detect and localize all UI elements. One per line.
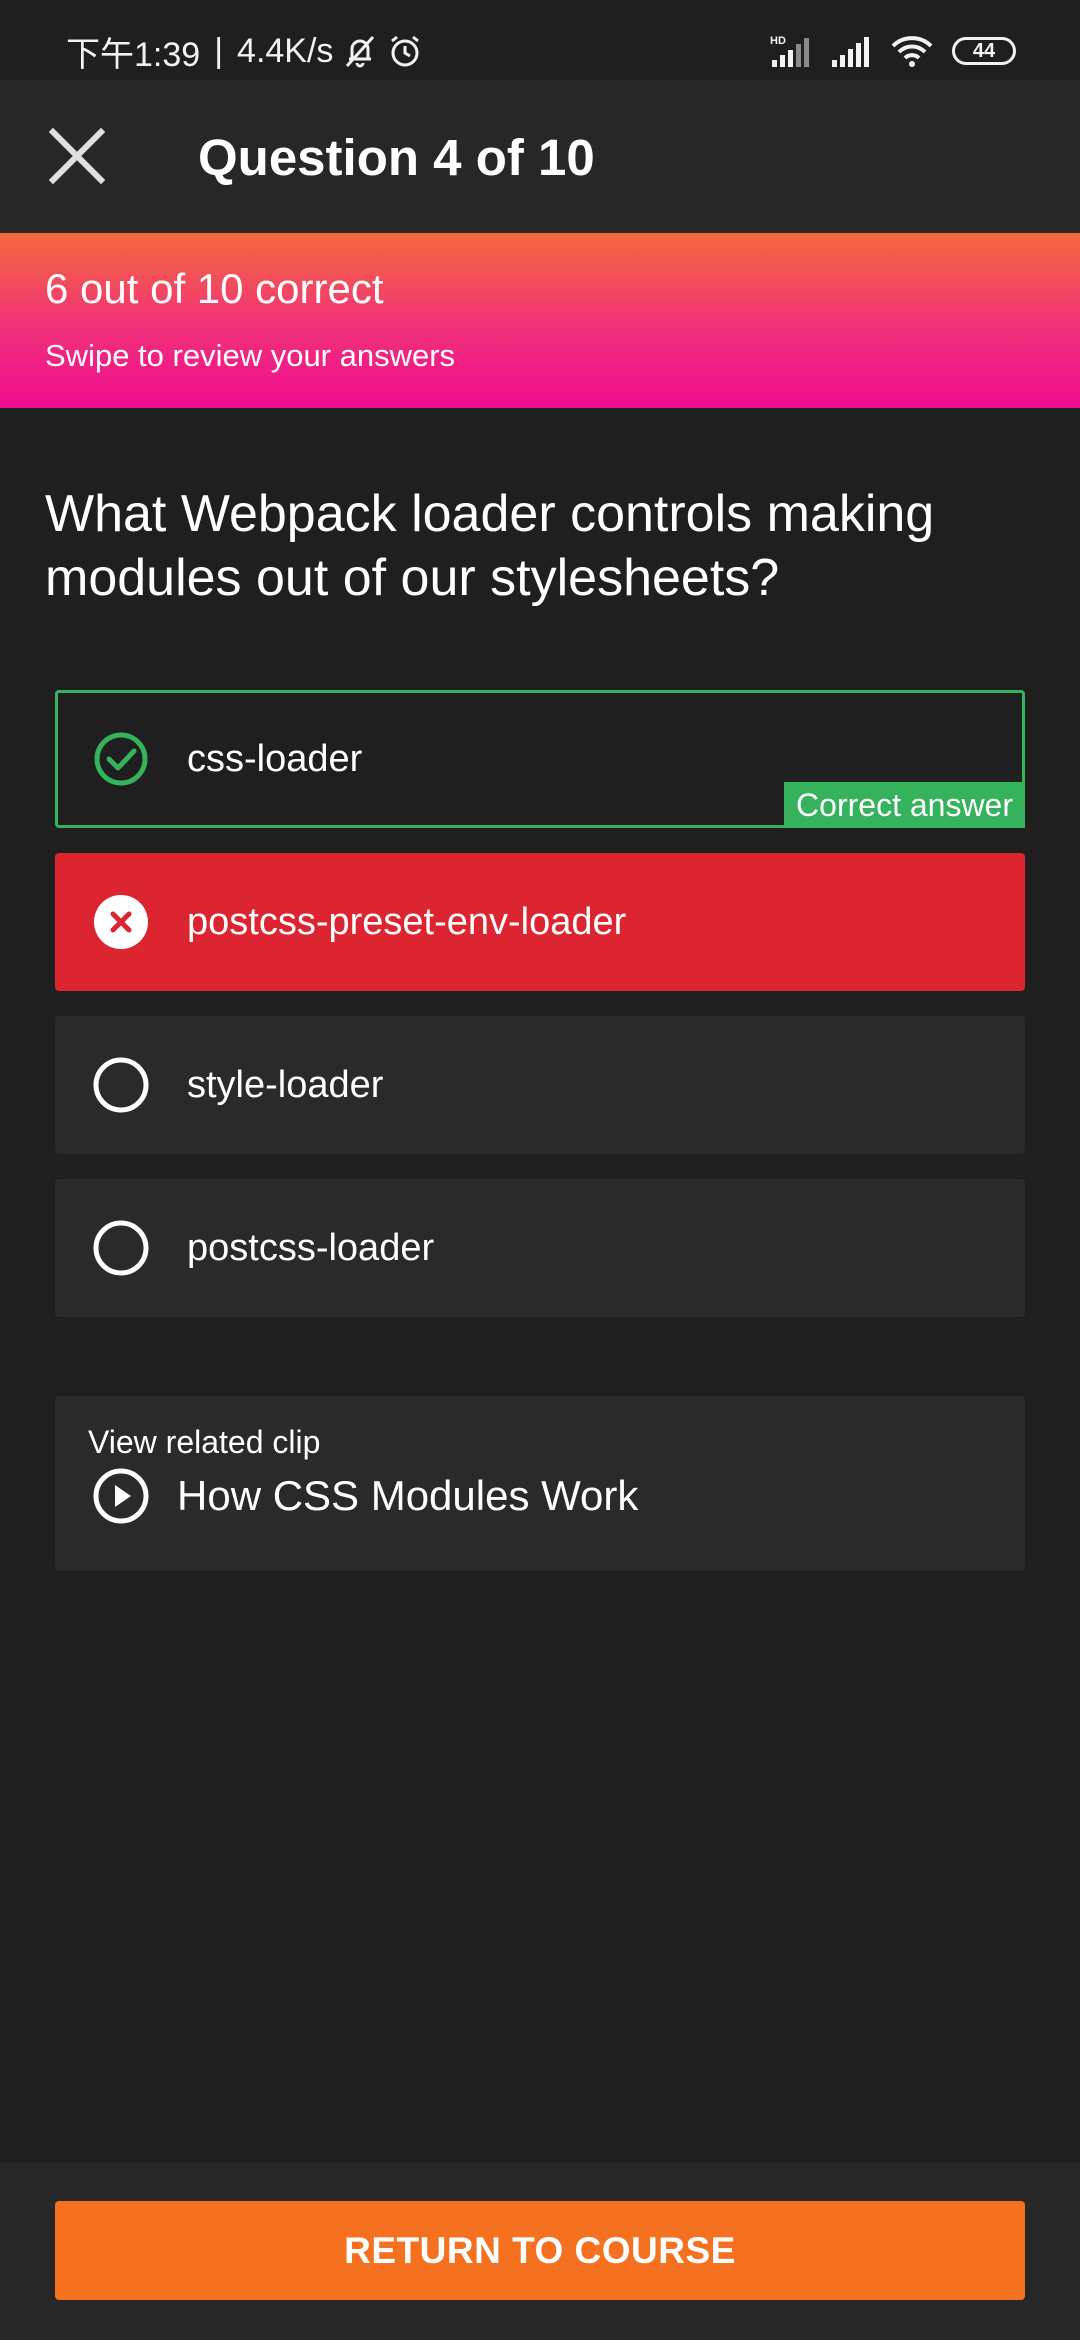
status-bar: 下午1:39 | 4.4K/s HD 44	[0, 0, 1080, 80]
answer-option-correct[interactable]: css-loader Correct answer	[55, 690, 1025, 828]
answer-label: style-loader	[187, 1063, 384, 1106]
answer-option[interactable]: postcss-loader	[55, 1179, 1025, 1317]
return-to-course-button[interactable]: RETURN TO COURSE	[55, 2201, 1025, 2300]
answer-option-wrong[interactable]: postcss-preset-env-loader	[55, 853, 1025, 991]
bottom-bar: RETURN TO COURSE	[0, 2163, 1080, 2340]
status-time: 下午1:39	[66, 35, 201, 74]
answer-label: css-loader	[187, 737, 363, 780]
close-button[interactable]	[36, 115, 118, 197]
battery-level: 44	[972, 39, 996, 62]
status-right: HD 44	[770, 26, 1016, 76]
page-title: Question 4 of 10	[198, 129, 595, 186]
svg-text:HD: HD	[770, 35, 786, 47]
app-bar: Question 4 of 10	[0, 80, 1080, 233]
battery-icon: 44	[952, 37, 1016, 65]
status-left: 下午1:39 | 4.4K/s	[66, 26, 423, 76]
radio-empty-icon	[93, 1057, 149, 1113]
answer-label: postcss-preset-env-loader	[187, 900, 627, 943]
network-speed: 4.4K/s	[237, 31, 334, 70]
alarm-icon	[391, 35, 420, 67]
answer-label: postcss-loader	[187, 1226, 435, 1269]
score-text: 6 out of 10 correct	[45, 265, 384, 312]
bell-muted-icon	[346, 35, 375, 68]
wifi-icon	[891, 36, 933, 67]
signal-icon	[832, 37, 869, 67]
correct-answer-badge: Correct answer	[784, 782, 1025, 828]
hd-signal-icon: HD	[770, 35, 809, 67]
x-circle-icon	[93, 894, 149, 950]
radio-empty-icon	[93, 1220, 149, 1276]
related-clip-caption: View related clip	[88, 1424, 321, 1460]
swipe-hint: Swipe to review your answers	[45, 338, 456, 373]
score-banner[interactable]: 6 out of 10 correct Swipe to review your…	[0, 233, 1080, 408]
answer-option[interactable]: style-loader	[55, 1016, 1025, 1154]
related-clip-card[interactable]: View related clip How CSS Modules Work	[55, 1396, 1025, 1571]
check-circle-icon	[93, 731, 149, 787]
status-separator: |	[214, 31, 224, 70]
play-circle-icon[interactable]	[93, 1468, 149, 1524]
close-icon[interactable]	[49, 128, 105, 184]
question-text: What Webpack loader controls making modu…	[45, 485, 935, 607]
related-clip-title[interactable]: How CSS Modules Work	[177, 1468, 638, 1524]
